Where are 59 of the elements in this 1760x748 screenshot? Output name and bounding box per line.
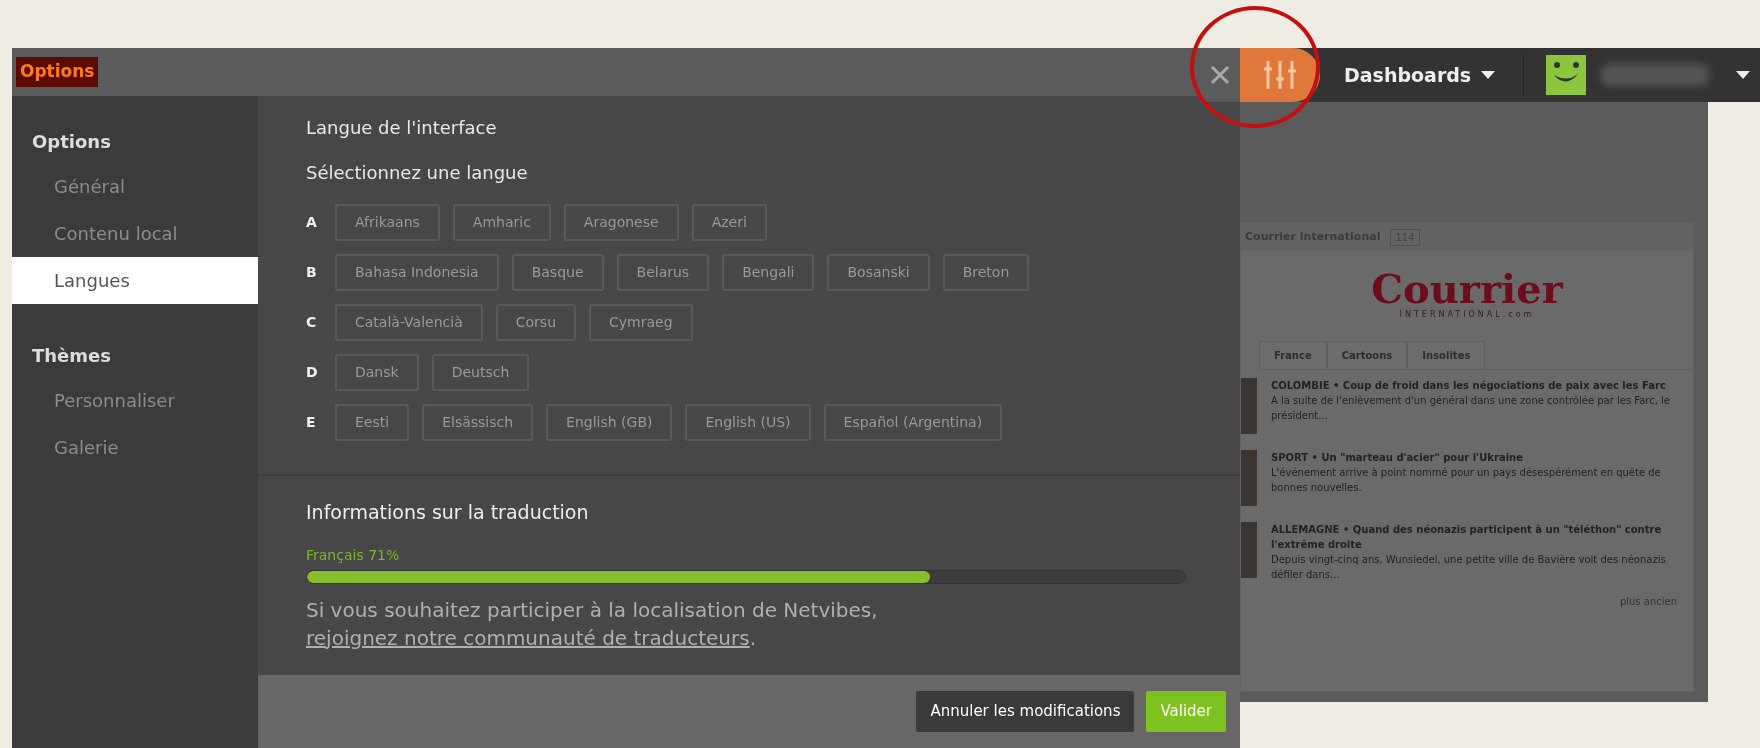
language-button[interactable]: Breton (942, 254, 1030, 291)
widget-tab[interactable]: France (1259, 341, 1327, 369)
language-button[interactable]: Dansk (335, 354, 419, 391)
sidebar-item[interactable]: Contenu local (12, 210, 258, 257)
language-button[interactable]: Corsu (495, 304, 576, 341)
info-text: Si vous souhaitez participer à la localisation de Netvibes, rejoignez notre communauté de traducteurs. (306, 596, 879, 652)
language-button[interactable]: Elsässisch (422, 404, 534, 441)
dashboards-menu[interactable]: Dashboards (1338, 59, 1502, 91)
language-button[interactable]: Belarus (616, 254, 710, 291)
sidebar-item[interactable]: Langues (12, 257, 258, 304)
letter-label: B (306, 263, 318, 282)
confirm-button[interactable]: Valider (1146, 691, 1226, 732)
news-headline[interactable]: COLOMBIE • Coup de froid dans les négociations de paix avec les Farc (1271, 378, 1683, 393)
logo-text: Courrier (1371, 269, 1563, 309)
smiley-avatar-icon[interactable] (1546, 55, 1587, 95)
dialog-title: Options (16, 57, 99, 87)
language-button[interactable]: Cymraeg (589, 304, 693, 341)
cancel-button[interactable]: Annuler les modifications (916, 691, 1135, 732)
language-button[interactable]: Español (Argentina) (823, 404, 1003, 441)
language-button[interactable]: Bahasa Indonesia (335, 254, 499, 291)
widget-tab[interactable]: Insolites (1407, 341, 1486, 369)
language-button[interactable]: Azeri (691, 204, 767, 241)
widget-tab[interactable]: Cartoons (1326, 341, 1408, 369)
sidebar-item[interactable]: Galerie (12, 424, 258, 471)
sidebar-item[interactable]: Personnaliser (12, 377, 258, 424)
news-headline[interactable]: ALLEMAGNE • Quand des néonazis participent à un "téléthon" contre l'extrême droite (1271, 522, 1683, 552)
caret-icon (1481, 71, 1496, 79)
language-button[interactable]: Aragonese (563, 204, 679, 241)
photo-placeholder (1241, 378, 1257, 434)
photo-placeholder (1241, 522, 1257, 578)
language-button[interactable]: Bosanski (827, 254, 930, 291)
progress-label: Français 71% (306, 545, 401, 565)
news-summary: Depuis vingt-cinq ans, Wunsiedel, une petite ville de Bavière voit des néonazis défiler dans... (1271, 553, 1667, 582)
language-button[interactable]: Bengali (722, 254, 815, 291)
news-summary: A la suite de l'enlèvement d'un général dans une zone contrôlée par les Farc, le président... (1271, 394, 1671, 423)
language-button[interactable]: Afrikaans (335, 204, 440, 241)
language-button[interactable]: Català-Valencià (335, 304, 483, 341)
language-button[interactable]: English (US) (685, 404, 811, 441)
section-title: Langue de l'interface (306, 116, 498, 140)
news-summary: L'événement arrive à point nommé pour un pays désespérément en quête de bonnes nouvelles. (1271, 466, 1662, 495)
caret-icon[interactable] (1736, 71, 1751, 79)
section-subtitle: Sélectionnez une langue (306, 161, 529, 185)
letter-label: D (306, 363, 319, 382)
photo-placeholder (1241, 450, 1257, 506)
translator-link[interactable]: rejoignez notre communauté de traducteurs (306, 625, 750, 650)
language-button[interactable]: Amharic (452, 204, 551, 241)
news-headline[interactable]: SPORT • Un "marteau d'acier" pour l'Ukraine (1271, 450, 1683, 465)
letter-label: C (306, 313, 318, 332)
language-button[interactable]: Basque (511, 254, 604, 291)
section-title: Informations sur la traduction (306, 500, 590, 525)
language-button[interactable]: Deutsch (431, 354, 530, 391)
letter-label: A (306, 213, 318, 232)
section-heading: Thèmes (31, 344, 112, 368)
section-heading: Options (31, 130, 112, 154)
language-button[interactable]: Eesti (335, 404, 410, 441)
sidebar-item[interactable]: Général (12, 163, 258, 210)
letter-label: E (306, 413, 317, 432)
logo-subtext: INTERNATIONAL.com (1398, 309, 1536, 321)
language-button[interactable]: English (GB) (546, 404, 673, 441)
